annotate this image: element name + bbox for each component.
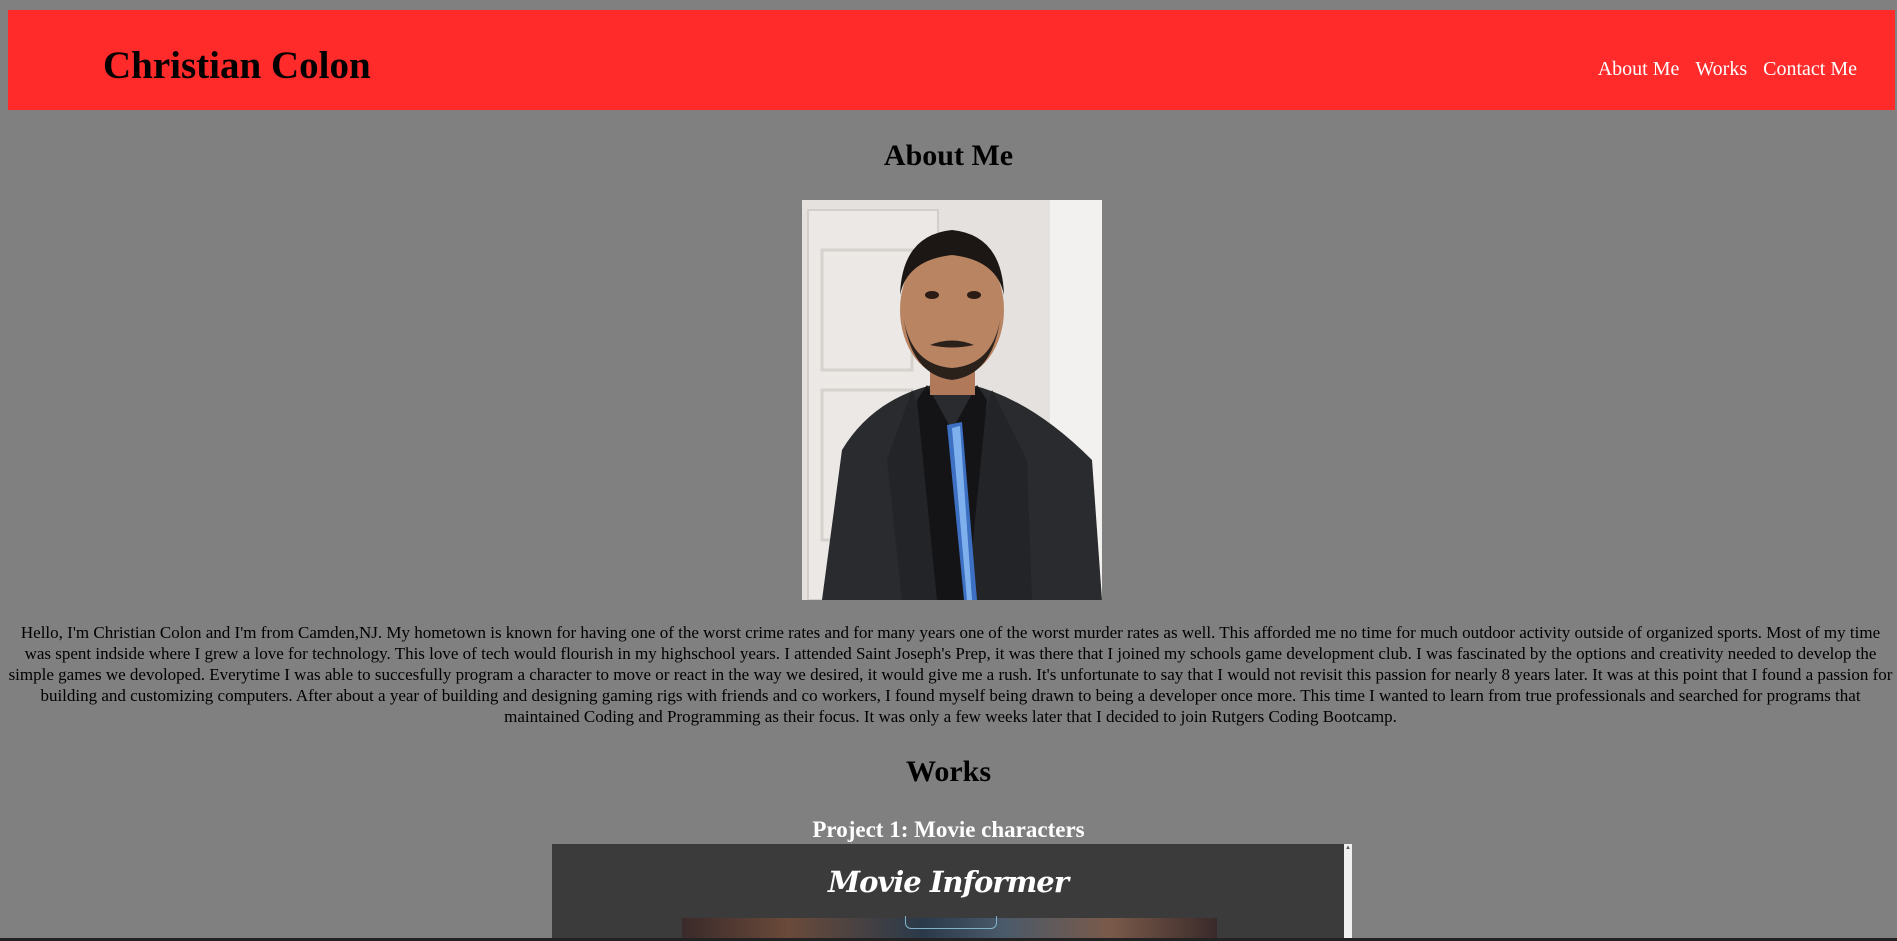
project-app-title: Movie Informer: [827, 865, 1069, 899]
site-title: Christian Colon: [103, 44, 371, 87]
scroll-up-arrow-icon[interactable]: ▲: [1345, 845, 1351, 851]
profile-photo: [802, 200, 1102, 600]
project-preview-frame[interactable]: Movie Informer ▲: [552, 844, 1352, 941]
site-header: Christian Colon About Me Works Contact M…: [8, 10, 1895, 110]
about-me-bio: Hello, I'm Christian Colon and I'm from …: [8, 623, 1893, 726]
nav-works-link[interactable]: Works: [1695, 59, 1747, 79]
nav-about-me-link[interactable]: About Me: [1598, 59, 1680, 79]
project-title: Project 1: Movie characters: [812, 817, 1085, 842]
main-nav: About Me Works Contact Me: [1598, 59, 1857, 79]
about-me-heading: About Me: [883, 139, 1014, 172]
works-heading: Works: [905, 755, 992, 788]
nav-contact-me-link[interactable]: Contact Me: [1763, 59, 1857, 79]
project-frame-scrollbar[interactable]: ▲: [1344, 844, 1352, 941]
marquee-sign-graphic: [905, 916, 997, 929]
profile-photo-illustration: [802, 200, 1102, 600]
